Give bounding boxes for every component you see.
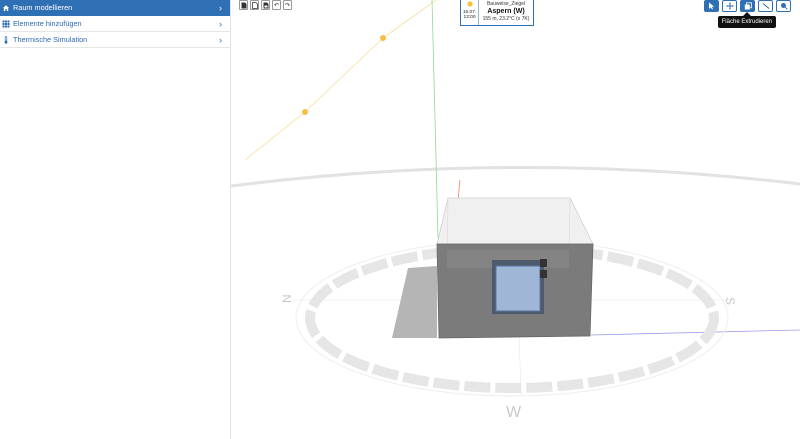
sidebar-item-label: Elemente hinzufügen bbox=[13, 19, 82, 28]
new-file-icon[interactable] bbox=[239, 0, 248, 10]
cursor-icon[interactable] bbox=[704, 0, 719, 12]
sun-path-line bbox=[244, 0, 437, 161]
window-handle-icon bbox=[540, 270, 547, 278]
sidebar-item-label: Thermische Simulation bbox=[13, 35, 88, 44]
building-shadow bbox=[392, 266, 437, 338]
sun-icon bbox=[466, 0, 474, 10]
save-file-icon[interactable] bbox=[261, 0, 270, 10]
weather-time: 13:00 bbox=[463, 15, 476, 20]
location-details: 155 m, 23.2°C (x 7K) bbox=[482, 16, 530, 22]
compass-west-label: W bbox=[506, 404, 522, 421]
chevron-right-icon: › bbox=[219, 18, 222, 29]
x-axis-line bbox=[590, 329, 800, 336]
tooltip: Fläche Extrudieren bbox=[717, 12, 776, 28]
move-icon[interactable] bbox=[722, 0, 737, 12]
sidebar-item-raum-modellieren[interactable]: Raum modellieren › bbox=[0, 0, 230, 16]
sidebar: Raum modellieren › Elemente hinzufügen ›… bbox=[0, 0, 231, 439]
sun-marker-icon bbox=[380, 35, 386, 41]
tool-selector bbox=[704, 0, 791, 12]
sidebar-item-elemente-hinzufuegen[interactable]: Elemente hinzufügen › bbox=[0, 16, 230, 32]
undo-icon[interactable]: ↶ bbox=[272, 0, 281, 10]
sun-marker-icon bbox=[302, 109, 308, 115]
location-name: Aspern (W) bbox=[487, 8, 525, 15]
redo-icon[interactable]: ↷ bbox=[283, 0, 292, 10]
y-axis-line bbox=[431, 0, 439, 239]
construction-type: Bauweise_Ziegel bbox=[486, 1, 526, 7]
file-toolbar: ↶ ↷ bbox=[239, 0, 292, 10]
grid-icon bbox=[1, 19, 10, 28]
sidebar-item-label: Raum modellieren bbox=[13, 3, 73, 12]
view-icon[interactable] bbox=[776, 0, 791, 12]
compass-south-label: S bbox=[723, 297, 737, 305]
weather-location-panel: Bauweise_Ziegel Aspern (W) 155 m, 23.2°C… bbox=[479, 0, 533, 25]
z-axis-line bbox=[457, 179, 461, 201]
sidebar-item-thermische-simulation[interactable]: Thermische Simulation › bbox=[0, 32, 230, 48]
scene-canvas[interactable]: N S W bbox=[231, 0, 800, 439]
compass-north-label: N bbox=[280, 294, 294, 303]
horizon-line bbox=[231, 166, 800, 188]
chevron-right-icon: › bbox=[219, 2, 222, 13]
3d-viewport[interactable]: N S W ↶ ↷ 15.07. 13:00 Bauweise_Ziegel A… bbox=[231, 0, 800, 439]
extrude-icon[interactable] bbox=[740, 0, 755, 12]
window-handle-icon bbox=[540, 259, 547, 267]
open-file-icon[interactable] bbox=[250, 0, 259, 10]
window-glass bbox=[495, 265, 541, 312]
chevron-right-icon: › bbox=[219, 34, 222, 45]
weather-widget[interactable]: 15.07. 13:00 Bauweise_Ziegel Aspern (W) … bbox=[460, 0, 534, 26]
line-icon[interactable] bbox=[758, 0, 773, 12]
weather-date-panel: 15.07. 13:00 bbox=[461, 0, 479, 25]
home-icon bbox=[1, 3, 10, 12]
thermometer-icon bbox=[1, 35, 10, 44]
